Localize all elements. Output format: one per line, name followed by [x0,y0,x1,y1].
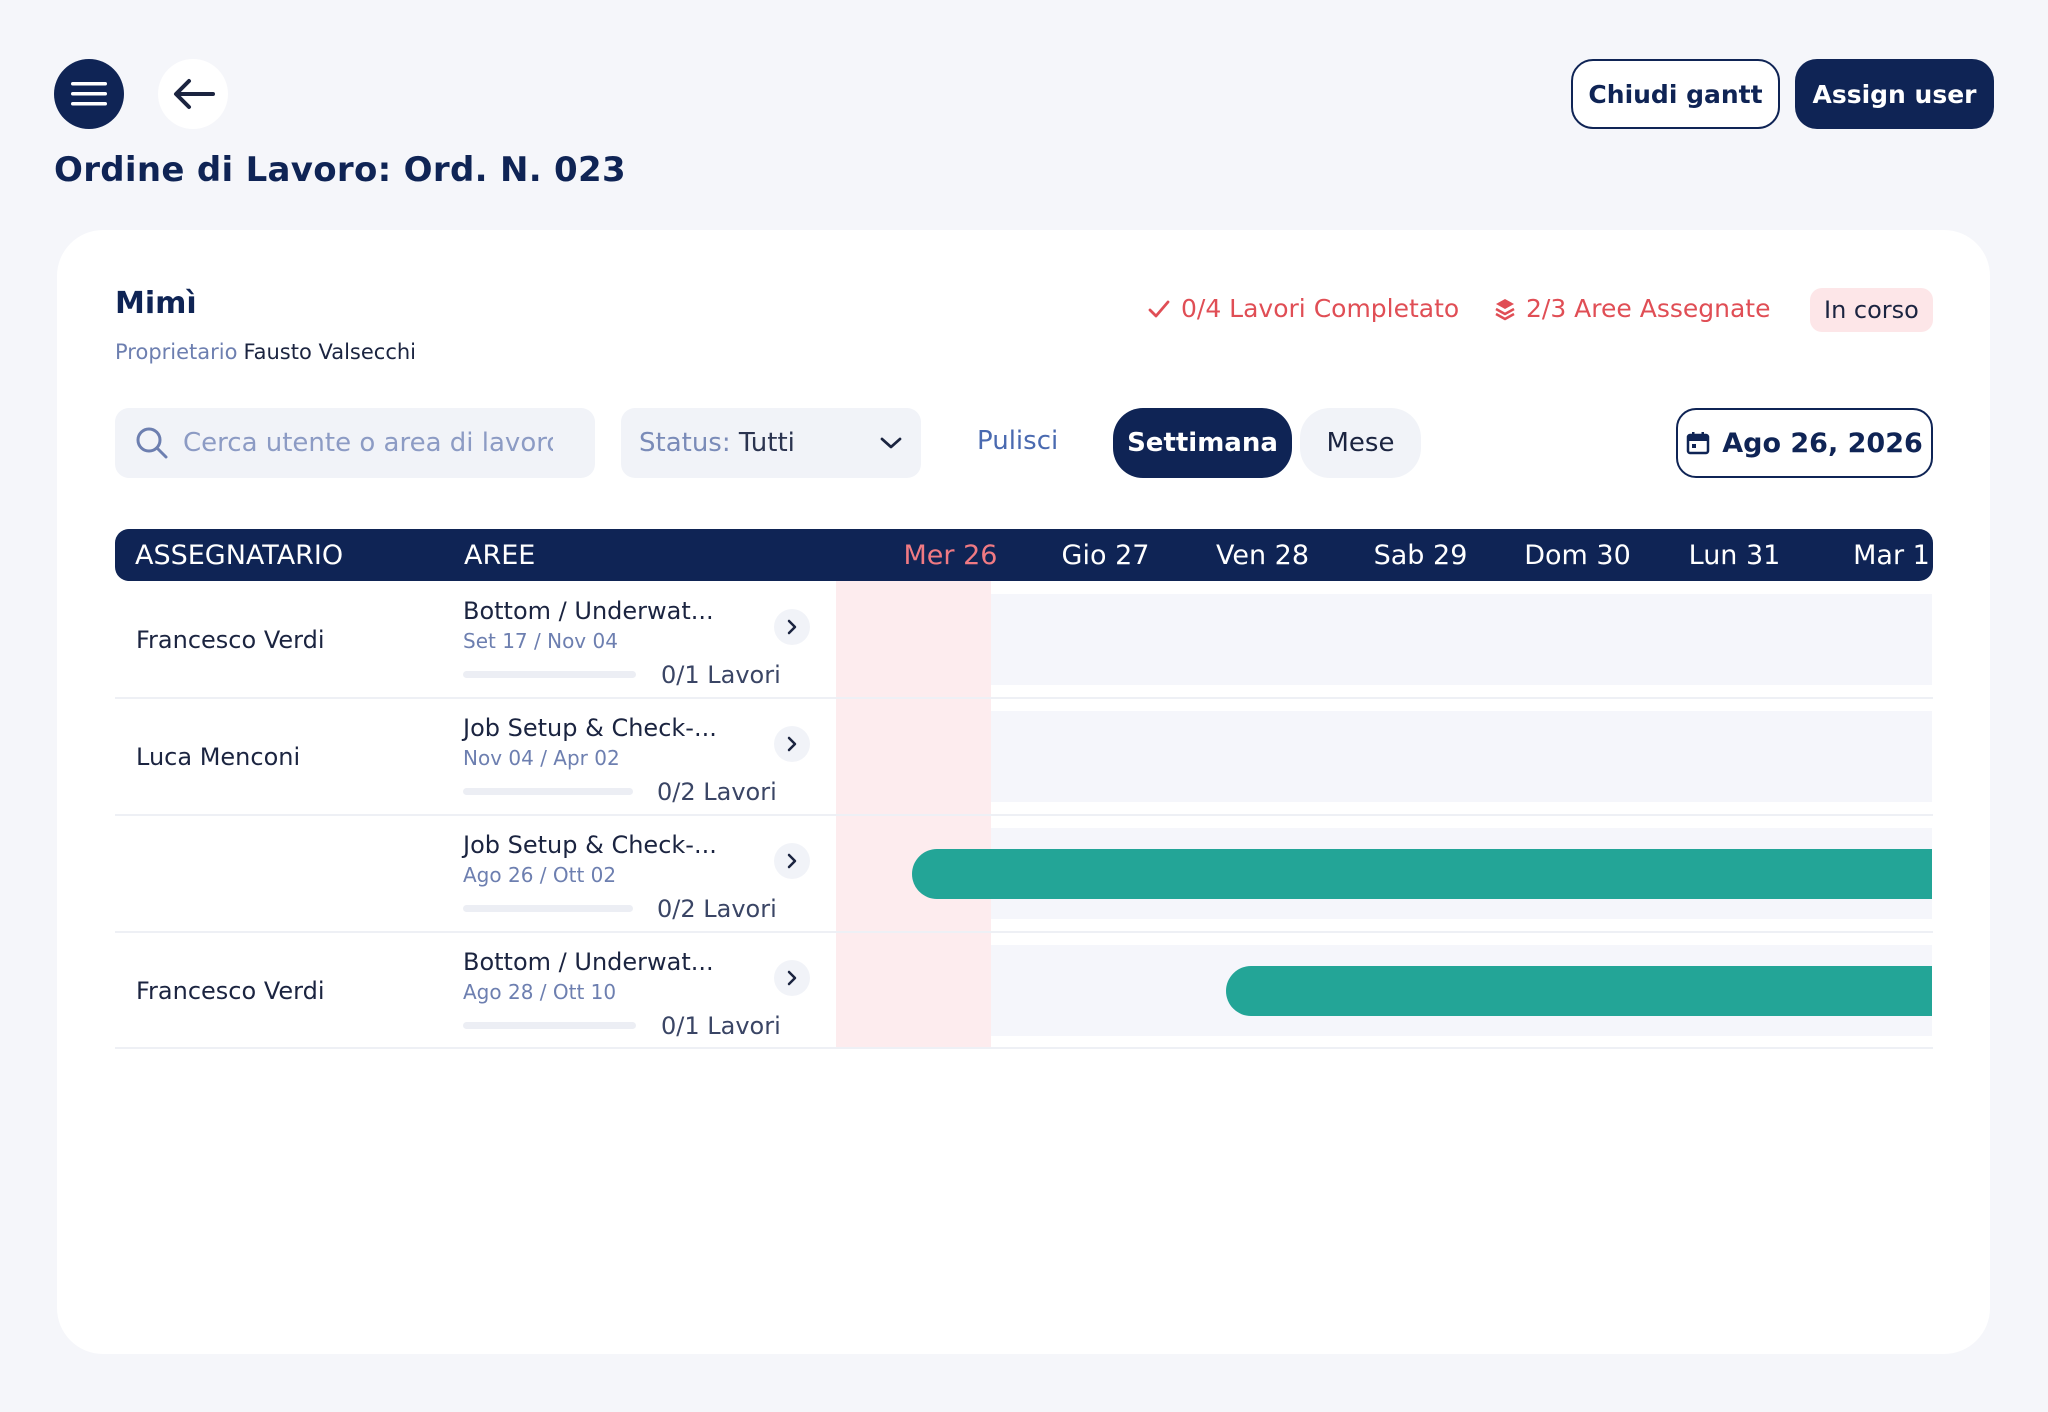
hamburger-icon [71,82,107,106]
day-header: Gio 27 [1061,539,1150,571]
row-divider [115,814,1933,816]
progress-bar [463,788,633,795]
day-header: Sab 29 [1373,539,1468,571]
col-areas-header: AREE [464,539,536,571]
day-header: Dom 30 [1524,539,1631,571]
areas-stat: 2/3 Aree Assegnate [1494,294,1770,323]
chevron-right-icon [787,970,797,986]
timeline-track [991,711,1932,802]
check-icon [1148,300,1170,317]
back-button[interactable] [158,59,228,129]
search-icon [136,427,168,459]
completed-stat-text: 0/4 Lavori Completato [1181,294,1460,323]
work-count: 0/2 Lavori [657,895,777,923]
assignee-name: Luca Menconi [136,743,301,771]
gantt-bar[interactable] [1226,966,1932,1016]
search-box[interactable] [115,408,595,478]
area-dates: Ago 28 / Ott 10 [463,980,617,1004]
week-view-button[interactable]: Settimana [1113,408,1292,478]
search-input[interactable] [183,428,553,458]
date-picker-button[interactable]: Ago 26, 2026 [1676,408,1933,478]
progress-bar [463,905,633,912]
col-assignee-header: ASSEGNATARIO [135,539,344,571]
day-header: Mar 1 [1853,539,1930,571]
day-header: Lun 31 [1688,539,1781,571]
job-name: Mimì [115,286,197,321]
layers-icon [1495,298,1515,320]
row-expand-button[interactable] [774,843,810,879]
arrow-left-icon [174,79,215,109]
day-header: Mer 26 [903,539,998,571]
row-divider [115,697,1933,699]
row-expand-button[interactable] [774,726,810,762]
status-badge: In corso [1810,288,1933,332]
chevron-right-icon [787,619,797,635]
area-title: Bottom / Underwat... [463,597,714,625]
progress-bar [463,1022,636,1029]
day-header: Ven 28 [1215,539,1310,571]
owner-line: Proprietario Fausto Valsecchi [115,340,416,364]
completed-stat: 0/4 Lavori Completato [1147,294,1459,323]
clear-filters-link[interactable]: Pulisci [977,426,1058,456]
owner-label: Proprietario [115,340,238,364]
chevron-down-icon [880,437,902,449]
chevron-right-icon [787,853,797,869]
status-select-text: Status: Tutti [639,428,795,458]
assignee-name: Francesco Verdi [136,626,325,654]
area-title: Bottom / Underwat... [463,948,714,976]
owner-name: Fausto Valsecchi [243,340,417,364]
area-dates: Ago 26 / Ott 02 [463,863,617,887]
row-expand-button[interactable] [774,960,810,996]
row-expand-button[interactable] [774,609,810,645]
areas-stat-text: 2/3 Aree Assegnate [1526,294,1771,323]
work-count: 0/1 Lavori [661,661,781,689]
area-title: Job Setup & Check-... [463,831,717,859]
month-view-button[interactable]: Mese [1300,408,1421,478]
timeline-track [991,594,1932,685]
menu-button[interactable] [54,59,124,129]
area-title: Job Setup & Check-... [463,714,717,742]
work-count: 0/1 Lavori [661,1012,781,1040]
gantt-bar[interactable] [912,849,1932,899]
close-gantt-button[interactable]: Chiudi gantt [1571,59,1780,129]
page-title: Ordine di Lavoro: Ord. N. 023 [54,150,626,190]
date-label: Ago 26, 2026 [1722,427,1923,459]
area-dates: Nov 04 / Apr 02 [463,746,620,770]
area-dates: Set 17 / Nov 04 [463,629,618,653]
chevron-right-icon [787,736,797,752]
status-select[interactable]: Status: Tutti [621,408,921,478]
calendar-icon [1686,432,1710,455]
assign-user-button[interactable]: Assign user [1795,59,1994,129]
work-count: 0/2 Lavori [657,778,777,806]
progress-bar [463,671,636,678]
row-divider [115,931,1933,933]
status-value: Tutti [738,428,795,458]
status-prefix: Status: [639,428,731,458]
gantt-header: ASSEGNATARIO AREE Mer 26 Gio 27 Ven 28 S… [115,529,1933,581]
row-divider [115,1047,1933,1049]
assignee-name: Francesco Verdi [136,977,325,1005]
